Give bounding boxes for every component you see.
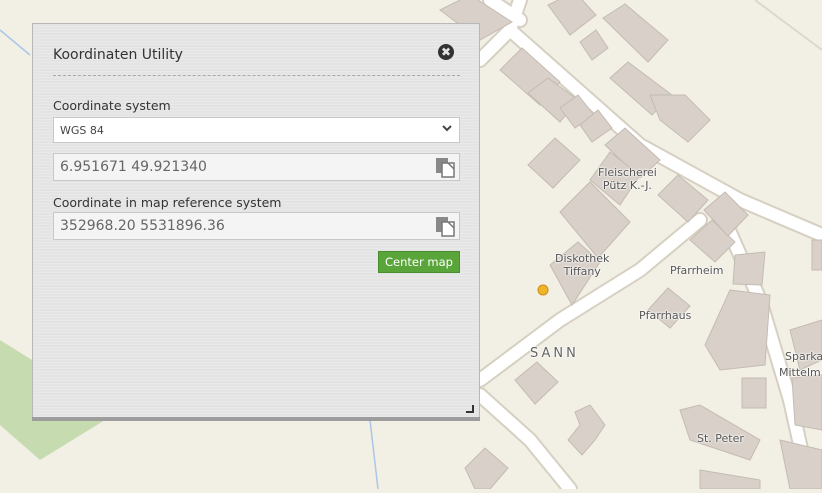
map-label-sparka: Sparka: [785, 350, 822, 363]
map-label-st-peter: St. Peter: [697, 432, 744, 445]
map-label-mittelm: Mittelm: [779, 366, 821, 379]
resize-handle-icon[interactable]: [464, 403, 474, 413]
poi-marker[interactable]: [537, 284, 549, 296]
chevron-down-icon: [442, 125, 452, 132]
panel-title: Koordinaten Utility: [53, 47, 183, 63]
center-map-button[interactable]: Center map: [378, 251, 460, 273]
copy-icon[interactable]: [434, 156, 456, 178]
map-label-pfarrheim: Pfarrheim: [670, 264, 724, 277]
coordinate-system-value: WGS 84: [60, 124, 104, 137]
map-ref-label: Coordinate in map reference system: [53, 195, 282, 210]
coordinate-value: 6.951671 49.921340: [60, 159, 207, 175]
coordinate-input[interactable]: 6.951671 49.921340: [53, 153, 460, 181]
coordinate-system-label: Coordinate system: [53, 98, 171, 113]
coordinate-system-select[interactable]: WGS 84: [53, 117, 460, 143]
map-label-diskothek: Diskothek Tiffany: [555, 252, 610, 278]
title-divider: [53, 75, 460, 76]
map-ref-input[interactable]: 352968.20 5531896.36: [53, 212, 460, 240]
panel-bottom-bar: [32, 417, 480, 421]
map-ref-value: 352968.20 5531896.36: [60, 218, 225, 234]
coordinate-utility-panel[interactable]: Koordinaten Utility ✖ Coordinate system …: [32, 23, 480, 421]
map-label-fleischerei: Fleischerei Pütz K.-J.: [598, 166, 657, 192]
copy-icon[interactable]: [434, 215, 456, 237]
close-icon[interactable]: ✖: [438, 44, 454, 60]
map-label-pfarrhaus: Pfarrhaus: [639, 309, 692, 322]
map-label-sann: SANN: [530, 346, 579, 361]
